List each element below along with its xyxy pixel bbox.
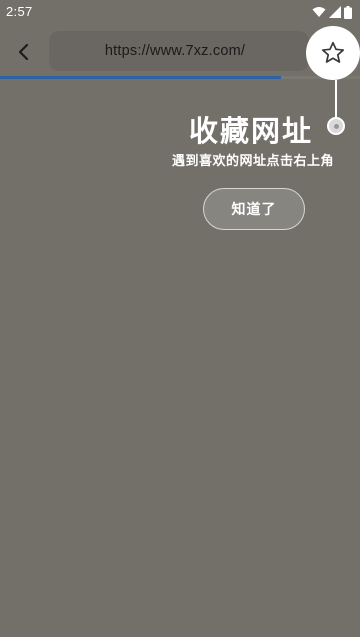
star-icon <box>321 41 345 63</box>
signal-icon <box>329 6 341 18</box>
got-it-button[interactable]: 知道了 <box>203 188 305 230</box>
status-icons <box>312 4 352 20</box>
guide-pointer-dot <box>327 117 345 135</box>
got-it-label: 知道了 <box>231 202 277 218</box>
status-bar: 2:57 <box>0 0 360 24</box>
page-progress-fill <box>0 76 281 79</box>
chevron-left-icon <box>18 43 29 61</box>
guide-subtitle: 遇到喜欢的网址点击右上角 <box>171 154 334 169</box>
page-progress-bar <box>0 76 360 79</box>
back-button[interactable] <box>10 39 36 65</box>
guide-pointer-dot-center <box>334 124 339 129</box>
wifi-icon <box>312 7 326 17</box>
url-text: https://www.7xz.com/ <box>104 43 246 59</box>
battery-icon <box>344 5 352 19</box>
guide-pointer-line <box>335 80 337 120</box>
guide-title: 收藏网址 <box>188 114 313 148</box>
status-time: 2:57 <box>6 4 33 19</box>
favorite-button[interactable] <box>306 26 360 80</box>
url-field[interactable]: https://www.7xz.com/ <box>49 31 309 71</box>
